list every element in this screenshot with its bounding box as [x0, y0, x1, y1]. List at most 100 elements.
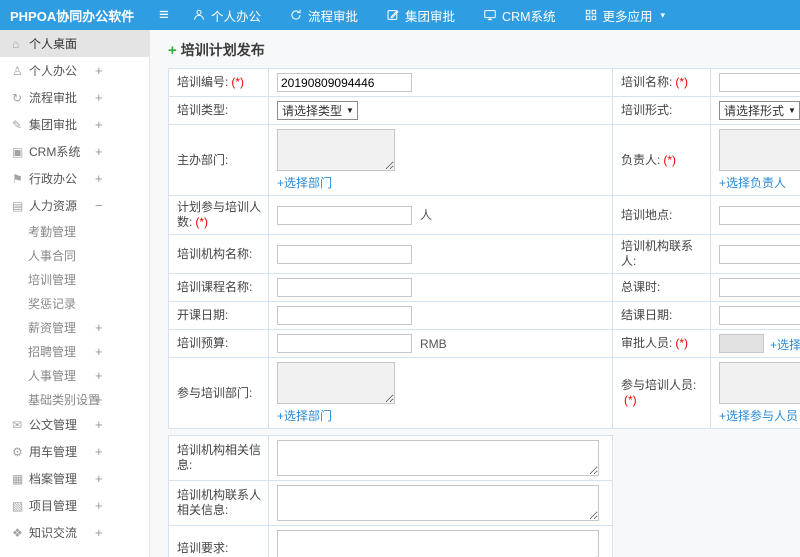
- picker-link[interactable]: +选择审批人员: [770, 336, 800, 353]
- sidebar-item-label: 项目管理: [29, 499, 78, 513]
- label-cell: 培训机构名称:: [168, 234, 269, 274]
- expand-icon[interactable]: +: [95, 339, 103, 363]
- text-input[interactable]: [277, 306, 412, 325]
- form-row: 培训编号:(*)培训名称:(*): [168, 68, 800, 97]
- textarea-field[interactable]: [277, 129, 395, 171]
- field-label: 参与培训人员:: [621, 378, 697, 392]
- sidebar-item-label: 用车管理: [29, 445, 78, 459]
- expand-icon[interactable]: +: [95, 387, 103, 411]
- label-cell: 培训类型:: [168, 96, 269, 125]
- text-input[interactable]: [277, 73, 412, 92]
- expand-icon[interactable]: +: [95, 438, 103, 465]
- nav-crm-system[interactable]: CRM系统: [469, 0, 569, 30]
- sidebar-item[interactable]: ▧ 项目管理 +: [0, 492, 149, 519]
- textarea-field[interactable]: [277, 362, 395, 404]
- textarea-field[interactable]: [277, 485, 599, 521]
- text-input[interactable]: [277, 244, 412, 264]
- sidebar-item[interactable]: ❖ 知识交流 +: [0, 519, 149, 546]
- sidebar-item-label: 公文管理: [29, 418, 78, 432]
- form-row: 参与培训部门: +选择部门 参与培训人员:(*) +选择参与人员: [168, 357, 800, 429]
- expand-icon[interactable]: +: [95, 315, 103, 339]
- sidebar-subitem[interactable]: 基础类别设置 +: [0, 387, 149, 411]
- expand-icon[interactable]: +: [95, 411, 103, 438]
- text-input[interactable]: [277, 205, 412, 225]
- field-cell: +选择审批人员: [710, 329, 800, 358]
- expand-icon[interactable]: +: [95, 57, 103, 84]
- page-title-text: 培训计划发布: [180, 42, 265, 58]
- label-cell: 审批人员: (*): [612, 329, 711, 358]
- form-clip-area: 培训编号:(*)培训名称:(*)培训类型:请选择类型▼培训形式:请选择形式▼主办…: [168, 68, 800, 429]
- nav-label: 集团审批: [405, 9, 456, 24]
- text-input[interactable]: [719, 306, 800, 325]
- text-input[interactable]: [719, 244, 800, 264]
- expand-icon[interactable]: +: [95, 465, 103, 492]
- sidebar-subitem[interactable]: 考勤管理: [0, 219, 149, 243]
- sidebar-item[interactable]: ✎ 集团审批 +: [0, 111, 149, 138]
- textarea-field[interactable]: [277, 440, 599, 476]
- expand-icon[interactable]: +: [95, 111, 103, 138]
- sidebar-subitem[interactable]: 奖惩记录: [0, 291, 149, 315]
- textarea-field[interactable]: [719, 129, 800, 171]
- expand-icon[interactable]: +: [95, 363, 103, 387]
- picker-link[interactable]: +选择负责人: [719, 174, 786, 191]
- text-input[interactable]: [719, 73, 800, 92]
- expand-icon[interactable]: +: [95, 492, 103, 519]
- sidebar-item[interactable]: ✉ 公文管理 +: [0, 411, 149, 438]
- text-input[interactable]: [277, 278, 412, 297]
- text-input[interactable]: [719, 334, 764, 353]
- field-cell: 请选择类型 ▼: [268, 96, 613, 125]
- text-input[interactable]: [719, 278, 800, 297]
- picker-link[interactable]: +选择参与人员: [719, 407, 798, 424]
- required-mark: (*): [663, 152, 677, 167]
- sidebar-subitem[interactable]: 培训管理: [0, 267, 149, 291]
- picker-link[interactable]: +选择部门: [277, 407, 332, 424]
- field-cell: [710, 273, 800, 302]
- required-mark: (*): [675, 336, 689, 350]
- collapse-icon[interactable]: −: [95, 192, 103, 219]
- sidebar-item[interactable]: ⚑ 行政办公 +: [0, 165, 149, 192]
- nav-group-approval[interactable]: 集团审批: [372, 0, 469, 30]
- nav-personal-office[interactable]: 个人办公: [178, 0, 275, 30]
- top-header: PHPOA协同办公软件 ≡ 个人办公 流程审批 集团审批 CRM系统 更多应用 …: [0, 0, 800, 30]
- sidebar-subitem[interactable]: 人事管理 +: [0, 363, 149, 387]
- sidebar-item[interactable]: ▣ CRM系统 +: [0, 138, 149, 165]
- label-cell: 参与培训人员:(*): [612, 357, 711, 429]
- nav-process-approval[interactable]: 流程审批: [275, 0, 372, 30]
- picker-link[interactable]: +选择部门: [277, 174, 332, 191]
- select-box[interactable]: 请选择形式 ▼: [719, 101, 800, 120]
- sidebar-subitem[interactable]: 薪资管理 +: [0, 315, 149, 339]
- text-input[interactable]: [719, 205, 800, 225]
- sidebar-item[interactable]: ▦ 档案管理 +: [0, 465, 149, 492]
- sidebar-subitem-label: 培训管理: [28, 272, 77, 287]
- sidebar-subitem[interactable]: 招聘管理 +: [0, 339, 149, 363]
- sidebar-subitem[interactable]: 人事合同: [0, 243, 149, 267]
- label-cell: 总课时:: [612, 273, 711, 302]
- textarea-field[interactable]: [277, 530, 599, 557]
- expand-icon[interactable]: +: [95, 519, 103, 546]
- select-box[interactable]: 请选择类型 ▼: [277, 101, 358, 120]
- sidebar-item[interactable]: ⌂ 个人桌面: [0, 30, 149, 57]
- textarea-field[interactable]: [719, 362, 800, 404]
- expand-icon[interactable]: +: [95, 138, 103, 165]
- sidebar-item[interactable]: ↻ 流程审批 +: [0, 84, 149, 111]
- expand-icon[interactable]: +: [95, 165, 103, 192]
- user-icon: ♙: [12, 63, 23, 78]
- sidebar-item[interactable]: ⚙ 用车管理 +: [0, 438, 149, 465]
- expand-icon[interactable]: +: [95, 84, 103, 111]
- sidebar-item[interactable]: ♙ 个人办公 +: [0, 57, 149, 84]
- sidebar-item[interactable]: ▤ 人力资源 −: [0, 192, 149, 219]
- text-input[interactable]: [277, 334, 412, 353]
- sidebar-subitem-label: 奖惩记录: [28, 296, 77, 311]
- field-cell: [710, 301, 800, 330]
- process-icon: ↻: [12, 90, 23, 105]
- nav-more-apps[interactable]: 更多应用 ▾: [570, 0, 680, 30]
- field-cell: [268, 525, 613, 557]
- field-label: 培训要求:: [177, 540, 229, 555]
- field-cell: 请选择形式 ▼: [710, 96, 800, 125]
- form-row: 计划参与培训人数: (*) 人 培训地点:: [168, 195, 800, 235]
- field-cell: [710, 68, 800, 97]
- hamburger-menu-icon[interactable]: ≡: [150, 0, 178, 30]
- field-cell: [710, 234, 800, 274]
- form-row: 主办部门: +选择部门 负责人: (*) +选择负责人: [168, 124, 800, 196]
- field-cell: +选择部门: [268, 124, 613, 196]
